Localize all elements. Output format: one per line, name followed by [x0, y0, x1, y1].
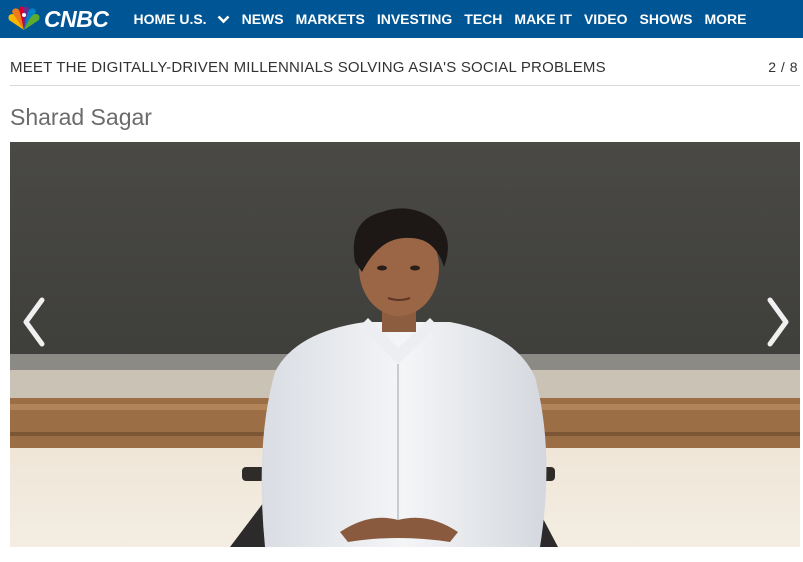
chevron-right-icon[interactable] — [758, 292, 798, 352]
nav-item-label: MAKE IT — [514, 11, 572, 27]
nav-item-news[interactable]: NEWS — [242, 11, 284, 27]
slide-heading: Sharad Sagar — [10, 104, 152, 130]
nav-item-more[interactable]: MORE — [704, 11, 746, 27]
top-nav-bar: CNBC HOME U.S. NEWS MARKETS INVESTING TE… — [0, 0, 803, 38]
slide-photo — [10, 142, 800, 547]
nav-item-tech[interactable]: TECH — [464, 11, 502, 27]
nav-item-label: MARKETS — [295, 11, 365, 27]
chevron-left-icon[interactable] — [14, 292, 54, 352]
nav-item-label: MORE — [704, 11, 747, 27]
nav-item-label: TECH — [464, 11, 503, 27]
nav-item-label: NEWS — [241, 11, 284, 27]
nbc-peacock-icon — [8, 6, 40, 30]
slide-counter: 2 / 8 — [768, 59, 798, 75]
nav-item-label: HOME U.S. — [133, 11, 207, 27]
slide-image — [10, 142, 800, 547]
chevron-down-icon[interactable] — [217, 15, 230, 24]
cnbc-logo[interactable]: CNBC — [5, 0, 109, 38]
nav-item-video[interactable]: VIDEO — [584, 11, 628, 27]
slideshow-header: MEET THE DIGITALLY-DRIVEN MILLENNIALS SO… — [10, 53, 800, 86]
main-nav: HOME U.S. NEWS MARKETS INVESTING TECH MA… — [133, 11, 758, 27]
nav-item-label: INVESTING — [376, 11, 453, 27]
nav-item-shows[interactable]: SHOWS — [640, 11, 693, 27]
nav-item-home[interactable]: HOME U.S. — [133, 11, 229, 27]
nav-item-markets[interactable]: MARKETS — [296, 11, 365, 27]
nav-item-label: SHOWS — [639, 11, 693, 27]
nav-item-make-it[interactable]: MAKE IT — [514, 11, 572, 27]
brand-name: CNBC — [44, 5, 109, 32]
slideshow-title[interactable]: MEET THE DIGITALLY-DRIVEN MILLENNIALS SO… — [10, 59, 606, 85]
nav-item-label: VIDEO — [583, 11, 628, 27]
nav-item-investing[interactable]: INVESTING — [377, 11, 452, 27]
